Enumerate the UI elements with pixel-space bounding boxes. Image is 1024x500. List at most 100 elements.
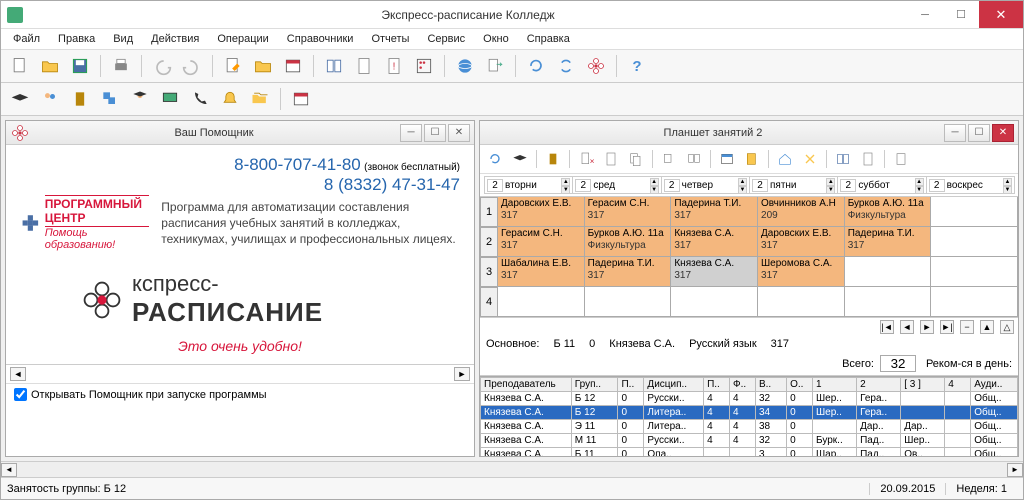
print-button[interactable] [108, 53, 134, 79]
refresh-button[interactable] [523, 53, 549, 79]
bt-copy[interactable] [658, 148, 680, 170]
table-row[interactable]: Князева С.А.Б 120Русски..44320Шер..Гера.… [481, 392, 1018, 406]
schedule-cell[interactable]: Падерина Т.И.317 [584, 256, 672, 287]
day-header[interactable]: суббот▲▼ [837, 176, 926, 194]
bt-last[interactable] [890, 148, 912, 170]
bell-icon[interactable] [217, 86, 243, 112]
day-num-input[interactable] [664, 179, 680, 192]
board-icon[interactable] [157, 86, 183, 112]
helper-next-button[interactable]: ► [454, 367, 470, 381]
menu-references[interactable]: Справочники [279, 31, 362, 47]
schedule-cell[interactable] [930, 286, 1018, 317]
schedule-cell[interactable]: Падерина Т.И.317 [670, 197, 758, 227]
bt-refresh[interactable] [484, 148, 506, 170]
spin-up[interactable]: ▲ [915, 178, 924, 186]
windows-icon[interactable] [97, 86, 123, 112]
day-header[interactable]: четвер▲▼ [661, 176, 750, 194]
menu-view[interactable]: Вид [105, 31, 141, 47]
flower-button[interactable] [583, 53, 609, 79]
student-icon[interactable] [127, 86, 153, 112]
cap-icon[interactable] [7, 86, 33, 112]
table-header[interactable]: В.. [755, 378, 786, 392]
spin-down[interactable]: ▼ [561, 186, 570, 194]
day-header[interactable]: пятни▲▼ [749, 176, 838, 194]
warn-button[interactable]: ! [381, 53, 407, 79]
schedule-cell[interactable]: Князева С.А.317 [670, 256, 758, 287]
minimize-button[interactable]: ─ [907, 1, 943, 28]
bt-swap[interactable] [683, 148, 705, 170]
table-header[interactable]: [ 3 ] [901, 378, 945, 392]
board-max-button[interactable]: ☐ [968, 124, 990, 142]
globe-button[interactable] [452, 53, 478, 79]
nav-prev[interactable]: ◄ [900, 320, 914, 334]
day-header[interactable]: вторни▲▼ [484, 176, 573, 194]
menu-file[interactable]: Файл [5, 31, 48, 47]
schedule-cell[interactable] [584, 286, 672, 317]
nav-up[interactable]: ▲ [980, 320, 994, 334]
phone-icon[interactable] [187, 86, 213, 112]
spin-down[interactable]: ▼ [826, 186, 835, 194]
schedule-cell[interactable] [844, 256, 932, 287]
schedule-cell[interactable] [844, 286, 932, 317]
table-row[interactable]: Князева С.А.Б 110Опа..30Шар..Пад..Ов..Об… [481, 448, 1018, 457]
bt-tools[interactable] [799, 148, 821, 170]
calendar-button[interactable] [280, 53, 306, 79]
calendar2-icon[interactable] [288, 86, 314, 112]
table-header[interactable]: П.. [618, 378, 644, 392]
menu-help[interactable]: Справка [519, 31, 578, 47]
table-header[interactable]: 2 [857, 378, 901, 392]
spin-down[interactable]: ▼ [1003, 186, 1012, 194]
door-icon[interactable] [67, 86, 93, 112]
hscroll-left[interactable]: ◄ [1, 463, 17, 477]
schedule-cell[interactable] [670, 286, 758, 317]
open-button[interactable] [37, 53, 63, 79]
board-close-button[interactable]: ✕ [992, 124, 1014, 142]
spin-up[interactable]: ▲ [650, 178, 659, 186]
spin-up[interactable]: ▲ [826, 178, 835, 186]
schedule-cell[interactable] [930, 197, 1018, 227]
day-num-input[interactable] [840, 179, 856, 192]
export-button[interactable] [482, 53, 508, 79]
helper-close-button[interactable]: ✕ [448, 124, 470, 142]
bt-dup[interactable] [625, 148, 647, 170]
spin-up[interactable]: ▲ [561, 178, 570, 186]
bt-cap[interactable] [509, 148, 531, 170]
day-num-input[interactable] [575, 179, 591, 192]
schedule-cell[interactable]: Шеромова С.А.317 [757, 256, 845, 287]
spin-up[interactable]: ▲ [738, 178, 747, 186]
bt-page[interactable] [600, 148, 622, 170]
schedule-cell[interactable]: Даровских Е.В.317 [497, 197, 585, 227]
spin-up[interactable]: ▲ [1003, 178, 1012, 186]
schedule-cell[interactable]: Бурков А.Ю. 11аФизкультура [584, 226, 672, 257]
book-button[interactable] [321, 53, 347, 79]
abacus-button[interactable] [411, 53, 437, 79]
help-button[interactable]: ? [624, 53, 650, 79]
table-header[interactable]: О.. [787, 378, 813, 392]
folder-button[interactable] [250, 53, 276, 79]
table-header[interactable]: 1 [813, 378, 857, 392]
table-header[interactable]: Дисцип.. [644, 378, 704, 392]
menu-reports[interactable]: Отчеты [363, 31, 417, 47]
hscroll-right[interactable]: ► [1007, 463, 1023, 477]
totals-input[interactable] [880, 355, 916, 372]
schedule-cell[interactable] [930, 226, 1018, 257]
day-num-input[interactable] [487, 179, 503, 192]
schedule-cell[interactable]: Овчинников А.Н209 [757, 197, 845, 227]
schedule-cell[interactable]: Герасим С.Н.317 [584, 197, 672, 227]
bt-cal[interactable] [716, 148, 738, 170]
nav-minus[interactable]: − [960, 320, 974, 334]
helper-prev-button[interactable]: ◄ [10, 367, 26, 381]
schedule-cell[interactable]: Герасим С.Н.317 [497, 226, 585, 257]
schedule-cell[interactable] [757, 286, 845, 317]
schedule-cell[interactable]: Падерина Т.И.317 [844, 226, 932, 257]
day-header[interactable]: воскрес▲▼ [926, 176, 1015, 194]
save-button[interactable] [67, 53, 93, 79]
nav-tri[interactable]: △ [1000, 320, 1014, 334]
spin-down[interactable]: ▼ [915, 186, 924, 194]
helper-min-button[interactable]: ─ [400, 124, 422, 142]
schedule-cell[interactable] [497, 286, 585, 317]
menu-window[interactable]: Окно [475, 31, 517, 47]
board-min-button[interactable]: ─ [944, 124, 966, 142]
helper-startup-checkbox[interactable] [14, 388, 27, 401]
undo-button[interactable] [149, 53, 175, 79]
